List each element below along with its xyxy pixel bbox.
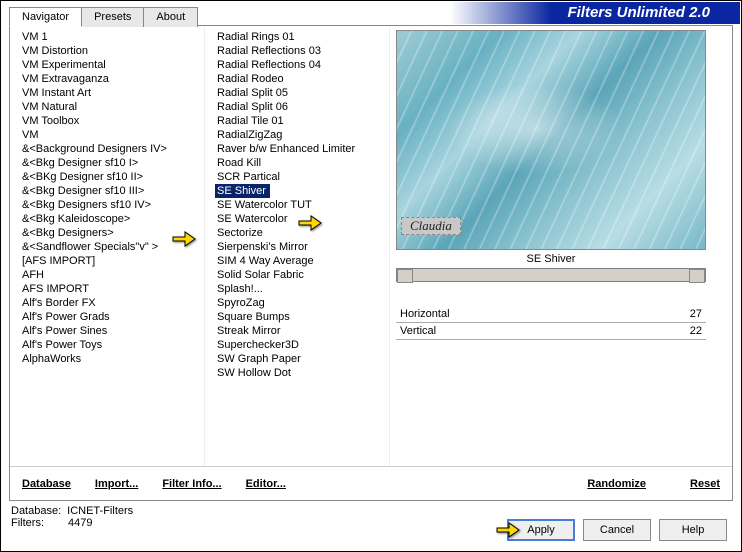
list-item[interactable]: &<Background Designers IV> <box>20 142 204 156</box>
list-item[interactable]: VM 1 <box>20 30 204 44</box>
list-item[interactable]: VM <box>20 128 204 142</box>
tab-about[interactable]: About <box>143 7 198 27</box>
tab-navigator[interactable]: Navigator <box>9 7 82 27</box>
bottom-toolbar: Database Import... Filter Info... Editor… <box>10 466 732 500</box>
param-label: Vertical <box>400 325 436 337</box>
list-item[interactable]: Radial Split 06 <box>215 100 389 114</box>
list-item[interactable]: Alf's Power Sines <box>20 324 204 338</box>
list-item[interactable]: VM Toolbox <box>20 114 204 128</box>
param-value: 22 <box>690 325 702 337</box>
tab-presets[interactable]: Presets <box>81 7 144 27</box>
reset-link[interactable]: Reset <box>690 478 720 490</box>
title-bar: Filters Unlimited 2.0 <box>450 2 740 24</box>
param-row[interactable]: Horizontal 27 <box>396 306 706 323</box>
list-item[interactable]: SE Shiver <box>215 184 270 198</box>
list-item[interactable]: Radial Split 05 <box>215 86 389 100</box>
list-item[interactable]: &<Bkg Kaleidoscope> <box>20 212 204 226</box>
param-row[interactable]: Vertical 22 <box>396 323 706 340</box>
list-item[interactable]: Splash!... <box>215 282 389 296</box>
filter-group-list[interactable]: VM 1VM DistortionVM ExperimentalVM Extra… <box>10 26 204 466</box>
list-item[interactable]: AlphaWorks <box>20 352 204 366</box>
footer: Database: ICNET-Filters Filters: 4479 Ap… <box>11 505 731 545</box>
list-item[interactable]: Alf's Power Toys <box>20 338 204 352</box>
list-item[interactable]: Sectorize <box>215 226 389 240</box>
watermark: Claudia <box>401 217 461 235</box>
list-item[interactable]: SE Watercolor TUT <box>215 198 389 212</box>
filters-value: 4479 <box>68 517 92 529</box>
list-item[interactable]: Solid Solar Fabric <box>215 268 389 282</box>
parameters-table: Horizontal 27 Vertical 22 <box>396 306 706 340</box>
list-item[interactable]: Superchecker3D <box>215 338 389 352</box>
list-item[interactable]: Road Kill <box>215 156 389 170</box>
list-item[interactable]: VM Natural <box>20 100 204 114</box>
list-item[interactable]: Square Bumps <box>215 310 389 324</box>
list-item[interactable]: Radial Rings 01 <box>215 30 389 44</box>
list-item[interactable]: &<Bkg Designer sf10 I> <box>20 156 204 170</box>
list-item[interactable]: VM Distortion <box>20 44 204 58</box>
list-item[interactable]: Streak Mirror <box>215 324 389 338</box>
main-panel: VM 1VM DistortionVM ExperimentalVM Extra… <box>9 25 733 501</box>
list-item[interactable]: Alf's Power Grads <box>20 310 204 324</box>
list-item[interactable]: Radial Tile 01 <box>215 114 389 128</box>
list-item[interactable]: &<Sandflower Specials"v" > <box>20 240 204 254</box>
database-link[interactable]: Database <box>22 478 71 490</box>
param-label: Horizontal <box>400 308 450 320</box>
list-item[interactable]: &<Bkg Designers> <box>20 226 204 240</box>
list-item[interactable]: SIM 4 Way Average <box>215 254 389 268</box>
preview-scrollbar[interactable] <box>396 268 706 282</box>
list-item[interactable]: Alf's Border FX <box>20 296 204 310</box>
list-item[interactable]: Raver b/w Enhanced Limiter <box>215 142 389 156</box>
list-item[interactable]: SpyroZag <box>215 296 389 310</box>
preview-caption: SE Shiver <box>396 250 706 268</box>
randomize-link[interactable]: Randomize <box>587 478 646 490</box>
list-item[interactable]: VM Experimental <box>20 58 204 72</box>
list-item[interactable]: Sierpenski's Mirror <box>215 240 389 254</box>
list-item[interactable]: AFS IMPORT <box>20 282 204 296</box>
filter-list[interactable]: Radial Rings 01Radial Reflections 03Radi… <box>205 26 389 466</box>
preview-image: Claudia <box>396 30 706 250</box>
database-value: ICNET-Filters <box>67 505 133 517</box>
param-value: 27 <box>690 308 702 320</box>
list-item[interactable]: &<Bkg Designers sf10 IV> <box>20 198 204 212</box>
list-item[interactable]: AFH <box>20 268 204 282</box>
list-item[interactable]: SCR Partical <box>215 170 389 184</box>
list-item[interactable]: SE Watercolor <box>215 212 389 226</box>
tabs: Navigator Presets About <box>9 7 197 27</box>
list-item[interactable]: SW Hollow Dot <box>215 366 389 380</box>
apply-button[interactable]: Apply <box>507 519 575 541</box>
list-item[interactable]: Radial Rodeo <box>215 72 389 86</box>
filter-info-link[interactable]: Filter Info... <box>162 478 221 490</box>
database-label: Database: <box>11 505 61 517</box>
import-link[interactable]: Import... <box>95 478 138 490</box>
help-button[interactable]: Help <box>659 519 727 541</box>
cancel-button[interactable]: Cancel <box>583 519 651 541</box>
list-item[interactable]: &<BKg Designer sf10 II> <box>20 170 204 184</box>
list-item[interactable]: SW Graph Paper <box>215 352 389 366</box>
list-item[interactable]: [AFS IMPORT] <box>20 254 204 268</box>
list-item[interactable]: Radial Reflections 04 <box>215 58 389 72</box>
list-item[interactable]: VM Instant Art <box>20 86 204 100</box>
filters-label: Filters: <box>11 517 44 529</box>
list-item[interactable]: Radial Reflections 03 <box>215 44 389 58</box>
list-item[interactable]: VM Extravaganza <box>20 72 204 86</box>
list-item[interactable]: &<Bkg Designer sf10 III> <box>20 184 204 198</box>
editor-link[interactable]: Editor... <box>246 478 286 490</box>
list-item[interactable]: RadialZigZag <box>215 128 389 142</box>
